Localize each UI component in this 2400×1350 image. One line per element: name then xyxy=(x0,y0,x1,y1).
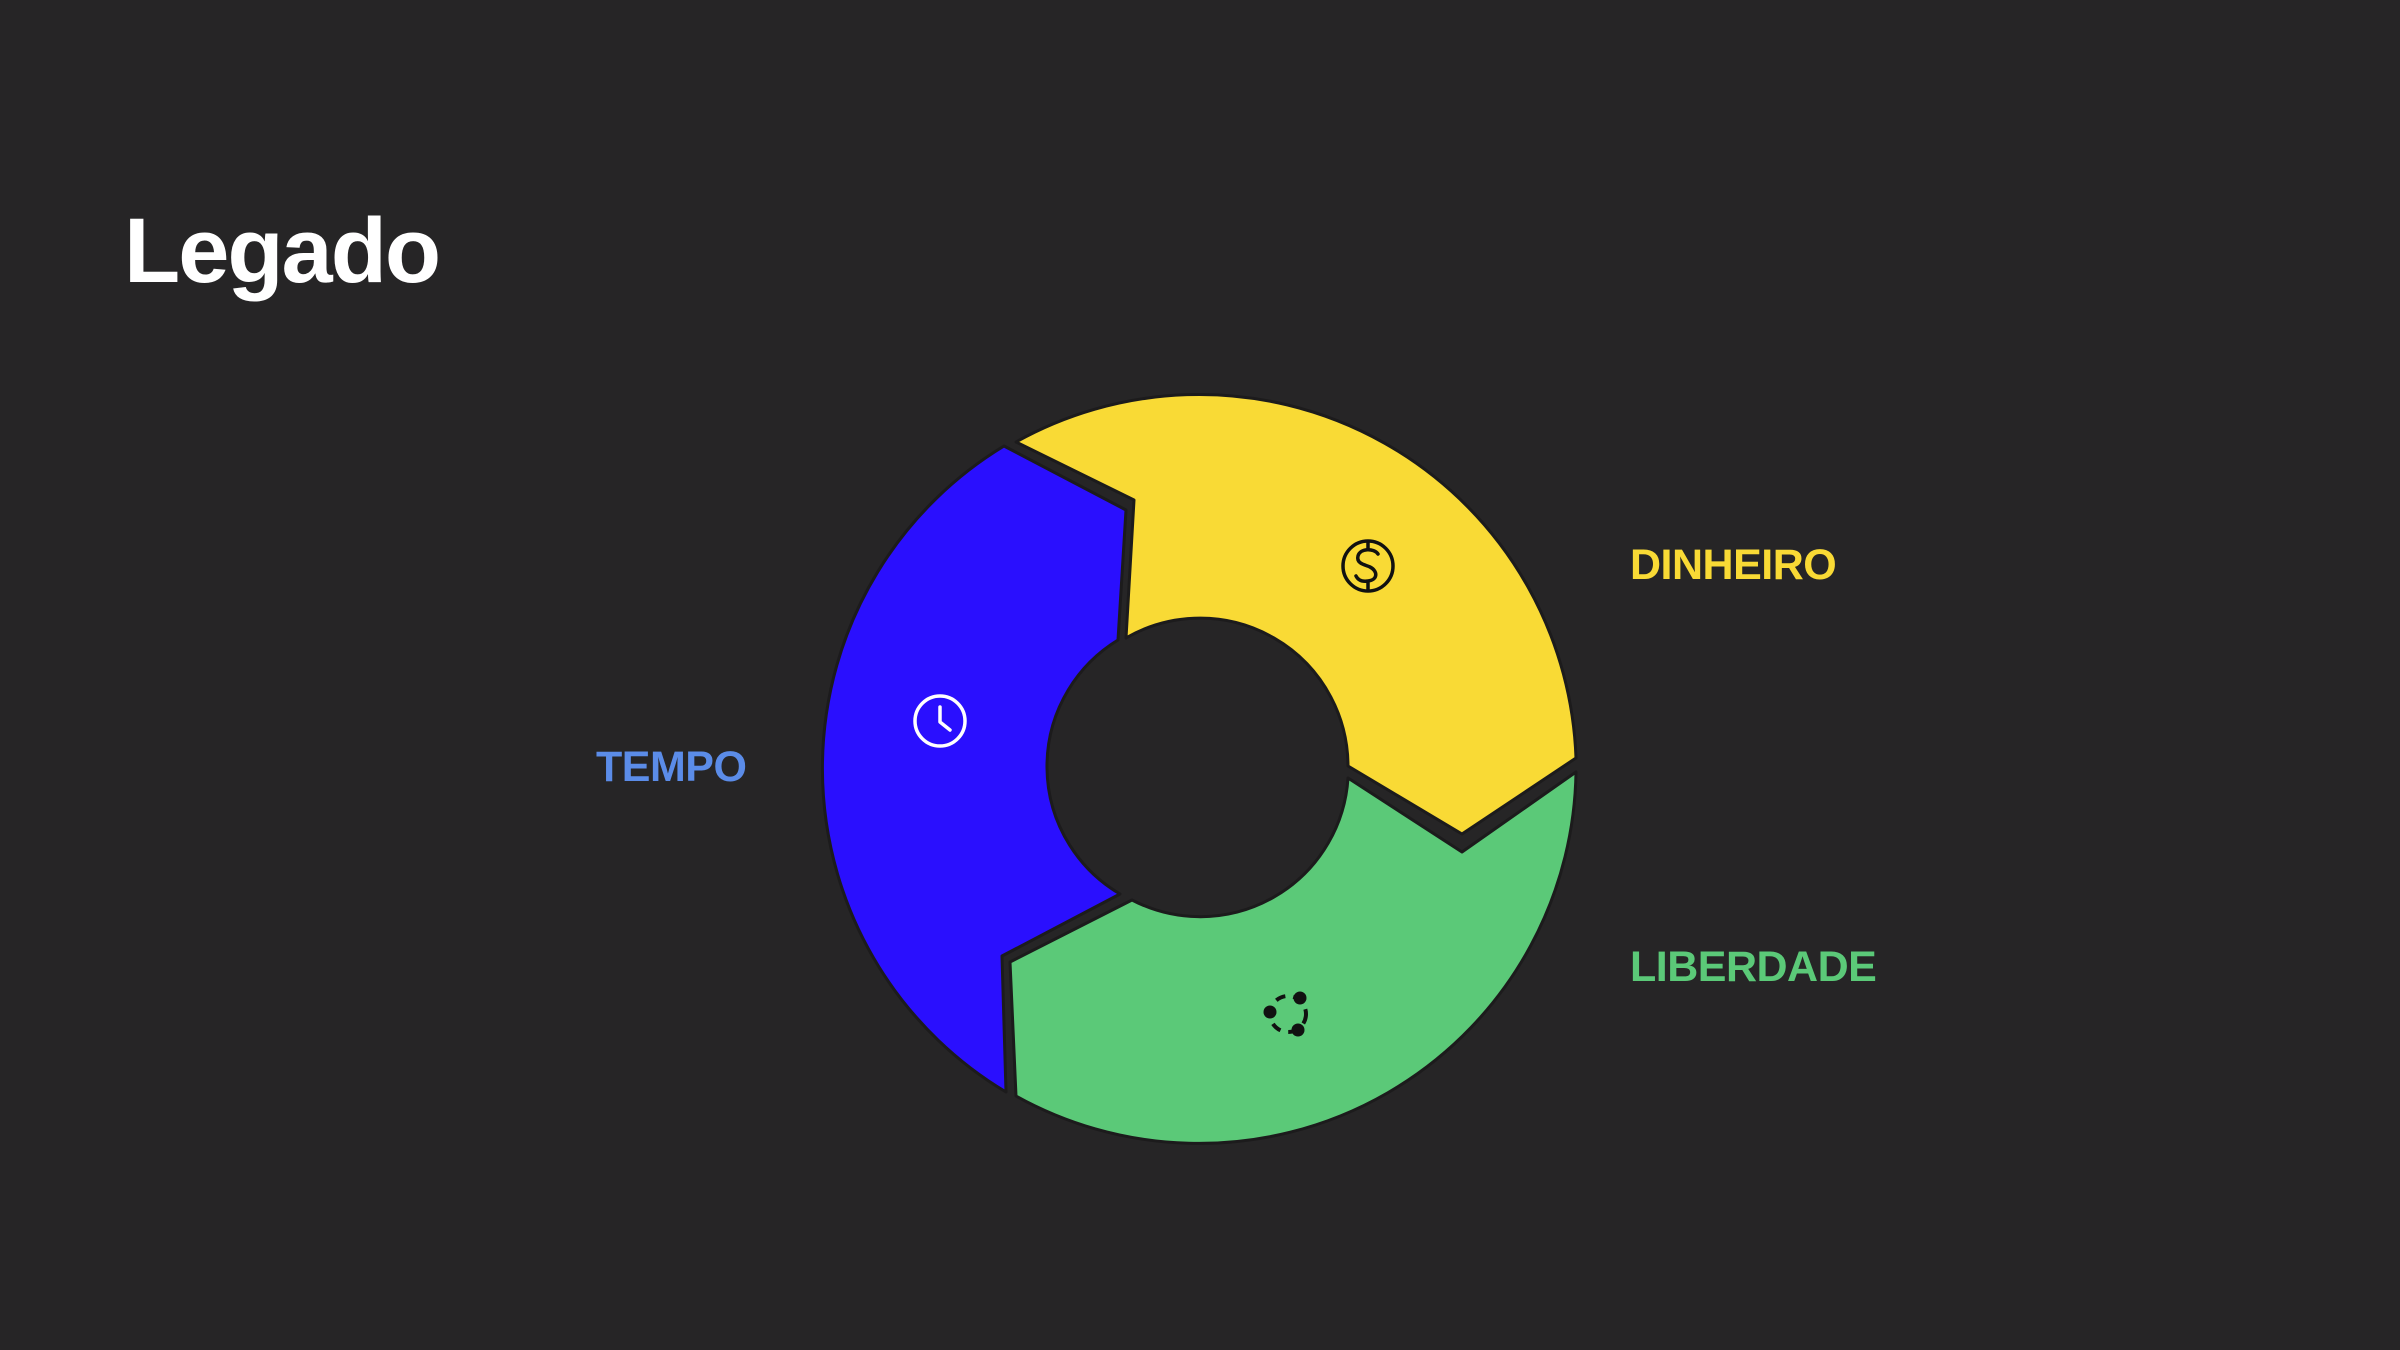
label-liberdade: LIBERDADE xyxy=(1630,943,1877,991)
slide: Legado DINHEIRO LIBERDADE TEMPO xyxy=(0,0,2400,1350)
segment-liberdade xyxy=(1008,770,1578,1145)
label-dinheiro: DINHEIRO xyxy=(1630,541,1837,589)
cycle-diagram xyxy=(820,392,1578,1145)
label-tempo: TEMPO xyxy=(596,743,747,791)
